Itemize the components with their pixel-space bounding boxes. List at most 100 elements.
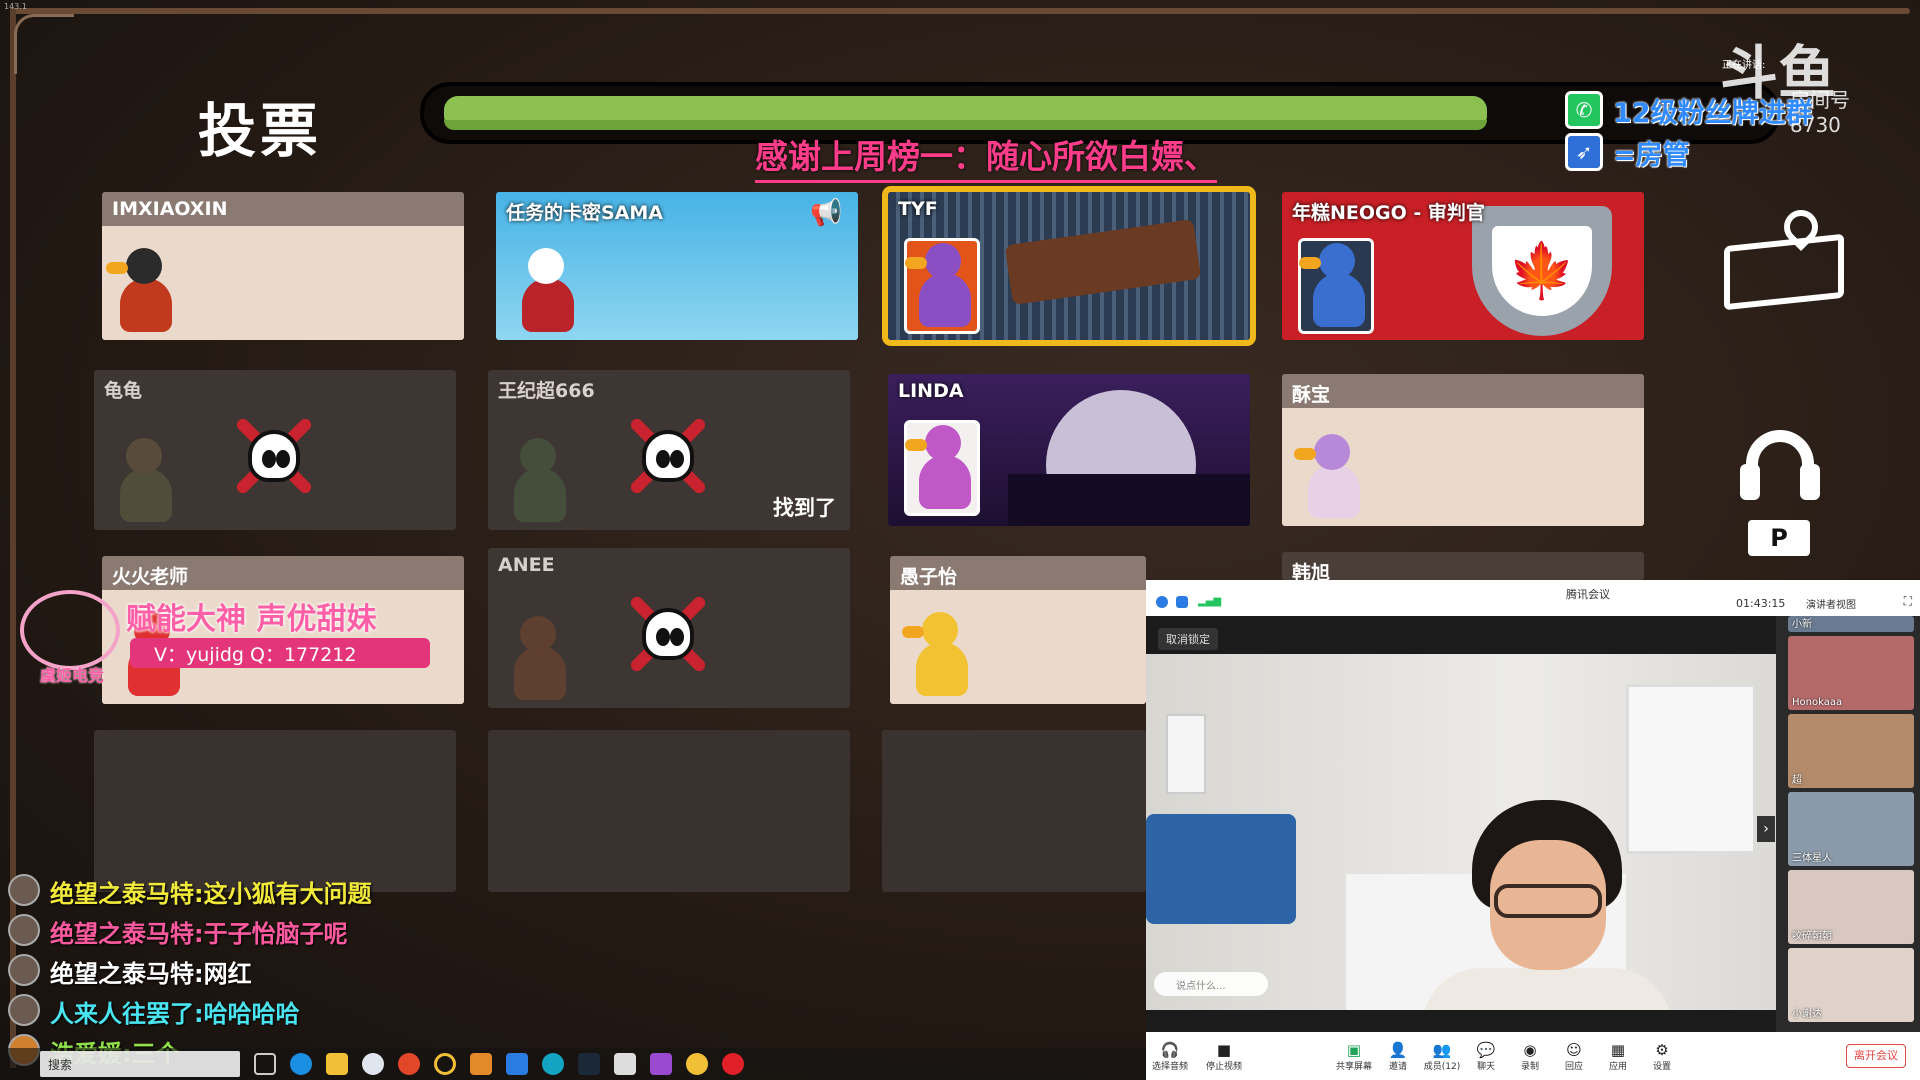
explorer-icon[interactable]: [326, 1053, 348, 1075]
player-card-yuziyi[interactable]: 愚子怡: [890, 556, 1146, 704]
stop-video-button[interactable]: ■ 停止视频: [1202, 1041, 1246, 1072]
say-something-input[interactable]: 说点什么...: [1154, 972, 1268, 996]
player-card-guigui[interactable]: 龟龟: [94, 370, 456, 530]
speaker-video: 取消锁定 说点什么... ›: [1146, 616, 1776, 1032]
player-name: 韩旭: [1282, 552, 1644, 580]
share-screen-icon: ▣: [1346, 1040, 1362, 1059]
leave-meeting-button[interactable]: 离开会议: [1846, 1044, 1906, 1068]
player-avatar-box: [1298, 238, 1374, 334]
invite-icon: 👤: [1388, 1040, 1408, 1059]
player-card-wangjichao[interactable]: 王纪超666 找到了: [488, 370, 850, 530]
found-label: 找到了: [773, 496, 836, 520]
cat-ear-headphones-icon: [20, 590, 120, 670]
settings-button[interactable]: ⚙ 设置: [1640, 1041, 1684, 1072]
record-button[interactable]: ◉ 录制: [1508, 1041, 1552, 1072]
sofa: [1146, 814, 1296, 924]
reaction-button[interactable]: ☺ 回应: [1552, 1041, 1596, 1072]
megaphone-icon: 📢: [810, 198, 843, 228]
app-icon-7[interactable]: [686, 1053, 708, 1075]
task-view-icon[interactable]: [254, 1053, 276, 1075]
chat-text: 绝望之泰马特:这小狐有大问题: [50, 880, 372, 908]
settings-icon: ⚙: [1655, 1040, 1669, 1059]
wechat-icon: ✆: [1565, 91, 1603, 129]
frame-corner-ornament: [14, 14, 74, 74]
player-card-imxiaoxin[interactable]: IMXIAOXIN: [102, 192, 464, 340]
goose-avatar-purple: [905, 239, 975, 329]
chat-text: 人来人往罢了:哈哈哈哈: [50, 1000, 300, 1028]
player-card-anee[interactable]: ANEE: [488, 548, 850, 708]
map-icon[interactable]: [1718, 202, 1848, 311]
camera-feed: [1146, 654, 1776, 1010]
chrome-icon[interactable]: [362, 1053, 384, 1075]
dead-skull-icon: [626, 414, 710, 498]
chat-button[interactable]: 💬 聊天: [1464, 1041, 1508, 1072]
sponsor-overlay: 赋能大神 声优甜妹 V：yujidg Q：177212 虞姬电竞: [20, 590, 430, 686]
frame-border-top: [10, 8, 1910, 14]
netease-icon[interactable]: [722, 1053, 744, 1075]
taskbar-search[interactable]: 搜索: [40, 1051, 240, 1077]
invite-button[interactable]: 👤 邀请: [1376, 1041, 1420, 1072]
participant-tile[interactable]: Honokaaa: [1788, 636, 1914, 710]
goose-avatar-ghost: [510, 612, 570, 702]
app-icon[interactable]: [398, 1053, 420, 1075]
meeting-app-icon[interactable]: [506, 1053, 528, 1075]
player-card-tyf[interactable]: TYF: [882, 186, 1256, 346]
apps-icon: ▦: [1610, 1040, 1626, 1059]
view-mode-dropdown[interactable]: 演讲者视图: [1806, 596, 1856, 611]
app-icon-6[interactable]: [650, 1053, 672, 1075]
player-avatar-box: [904, 238, 980, 334]
fan-badge-text: 12级粉丝牌进群: [1613, 97, 1813, 129]
admin-text: =房管: [1613, 139, 1690, 171]
player-card-sama[interactable]: 任务的卡密SAMA 📢: [496, 192, 858, 340]
chat-avatar: [8, 954, 40, 986]
participant-tile[interactable]: 超: [1788, 714, 1914, 788]
headphones-icon[interactable]: [1740, 424, 1820, 504]
player-name: 王纪超666: [498, 380, 595, 402]
steam-icon[interactable]: [578, 1053, 600, 1075]
fullscreen-icon[interactable]: ⛶: [1904, 594, 1912, 609]
streamer-person: [1422, 800, 1672, 1010]
participant-tile[interactable]: 小谢达: [1788, 948, 1914, 1022]
participant-tile[interactable]: 咬碎朝朝: [1788, 870, 1914, 944]
town-silhouette: [1008, 474, 1250, 526]
camera-icon: ■: [1216, 1040, 1232, 1059]
admin-row: ➶ =房管: [1565, 132, 1690, 172]
frame-border-left: [10, 8, 16, 1068]
player-name: TYF: [898, 198, 938, 220]
sponsor-name: 赋能大神 声优甜妹: [126, 602, 377, 637]
app-icon-5[interactable]: [614, 1053, 636, 1075]
player-card-hanxu[interactable]: 韩旭: [1282, 552, 1644, 580]
members-button[interactable]: 👥 成员(12): [1420, 1041, 1464, 1072]
apps-button[interactable]: ▦ 应用: [1596, 1041, 1640, 1072]
unlock-button[interactable]: 取消锁定: [1158, 628, 1218, 650]
participant-name: 三体星人: [1792, 853, 1832, 864]
participant-name: 咬碎朝朝: [1792, 931, 1832, 942]
microphone-icon: 🎧: [1160, 1040, 1180, 1059]
fan-group-row: ✆ 12级粉丝牌进群: [1565, 90, 1813, 130]
goose-avatar-judge: [1299, 239, 1369, 329]
dead-skull-icon: [232, 414, 316, 498]
meeting-app-title: 腾讯会议: [1566, 588, 1610, 601]
chat-icon: 💬: [1476, 1040, 1496, 1059]
chevron-right-icon[interactable]: ›: [1757, 816, 1775, 842]
share-screen-button[interactable]: ▣ 共享屏幕: [1332, 1041, 1376, 1072]
thanks-banner: 感谢上周榜一：随心所欲白嫖、: [755, 130, 1217, 183]
chat-avatar: [8, 874, 40, 906]
participant-tile[interactable]: 三体星人: [1788, 792, 1914, 866]
app-icon-4[interactable]: [542, 1053, 564, 1075]
player-name: 愚子怡: [890, 556, 1146, 590]
select-audio-button[interactable]: 🎧 选择音频: [1148, 1041, 1192, 1072]
participant-sidebar: 小新 Honokaaa 超 三体星人 咬碎朝朝 小谢达: [1776, 616, 1920, 1032]
dead-skull-icon: [626, 592, 710, 676]
info-icon[interactable]: [1156, 596, 1168, 608]
edge-icon[interactable]: [290, 1053, 312, 1075]
goose-avatar-ghost: [116, 434, 176, 524]
participant-tile[interactable]: 小新: [1788, 616, 1914, 632]
app-icon-3[interactable]: [470, 1053, 492, 1075]
goose-avatar-fox: [106, 244, 176, 334]
player-card-neogo[interactable]: 🍁 年糕NEOGO - 审判官: [1282, 192, 1644, 340]
shield-check-icon[interactable]: [1176, 596, 1188, 608]
player-card-linda[interactable]: LINDA: [888, 374, 1250, 526]
player-card-subao[interactable]: 酥宝: [1282, 374, 1644, 526]
app-icon-2[interactable]: [434, 1053, 456, 1075]
